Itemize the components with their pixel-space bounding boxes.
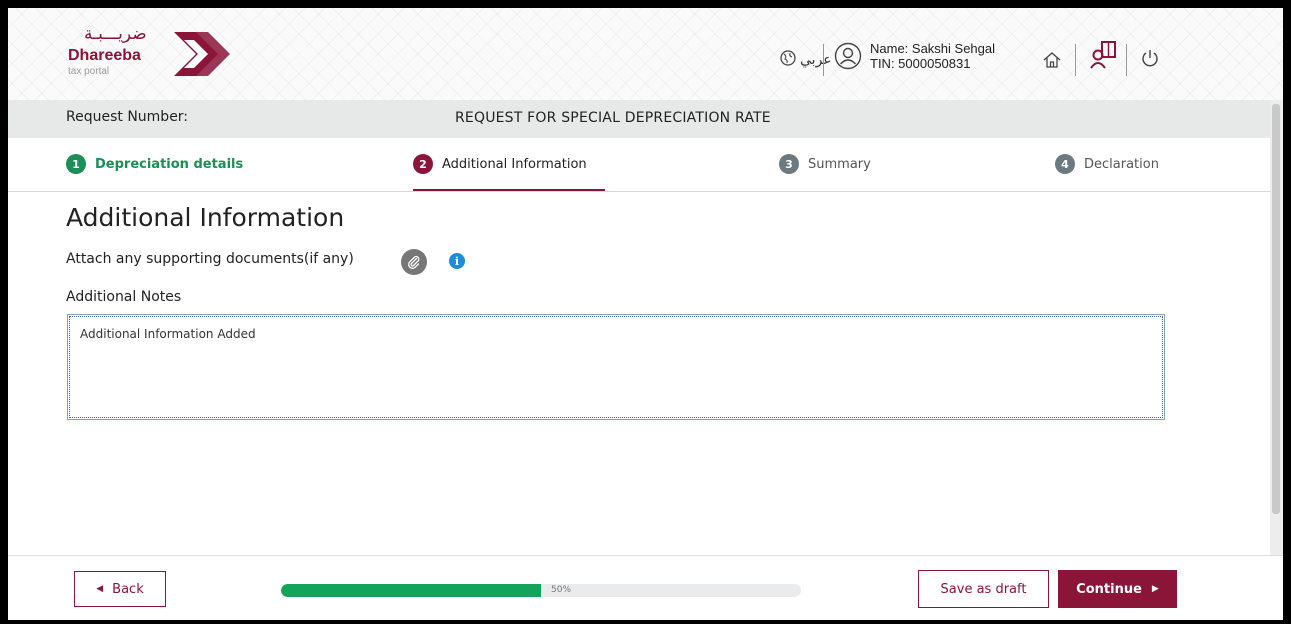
user-tin: TIN: 5000050831 [870, 56, 971, 71]
attach-documents-label: Attach any supporting documents(if any) [66, 251, 354, 267]
back-label: Back [112, 581, 144, 597]
app-window: ضريـــبـة Dhareeba tax portal عربي Name:… [8, 8, 1283, 620]
additional-notes-label: Additional Notes [66, 289, 182, 305]
paperclip-icon [408, 255, 420, 269]
footer-bar: ◀ Back 50% Save as draft Continue ▶ [8, 555, 1283, 620]
divider [1075, 44, 1076, 76]
step-summary[interactable]: 3 Summary [779, 154, 871, 174]
step-label: Depreciation details [95, 156, 244, 172]
additional-notes-textarea[interactable] [67, 314, 1165, 420]
header: ضريـــبـة Dhareeba tax portal عربي Name:… [8, 8, 1283, 100]
step-number: 3 [779, 154, 799, 174]
scrollbar-thumb[interactable] [1272, 104, 1280, 514]
user-name: Name: Sakshi Sehgal [870, 41, 996, 56]
divider [823, 44, 824, 76]
home-icon[interactable] [1042, 50, 1062, 74]
step-number: 1 [66, 154, 86, 174]
request-bar: Request Number: REQUEST FOR SPECIAL DEPR… [8, 100, 1283, 138]
logo-name: Dhareeba [68, 47, 141, 64]
continue-label: Continue [1076, 581, 1142, 597]
progress-fill [281, 584, 541, 597]
dhareeba-logo-icon[interactable] [168, 22, 240, 90]
continue-button[interactable]: Continue ▶ [1058, 570, 1177, 608]
step-number: 4 [1055, 154, 1075, 174]
step-label: Additional Information [442, 156, 587, 172]
step-label: Summary [808, 156, 871, 172]
step-depreciation-details[interactable]: 1 Depreciation details [66, 154, 243, 174]
power-icon[interactable] [1141, 48, 1159, 72]
request-title: REQUEST FOR SPECIAL DEPRECIATION RATE [455, 110, 771, 126]
attach-paperclip-button[interactable] [401, 249, 427, 275]
back-button[interactable]: ◀ Back [74, 571, 166, 607]
logo-arabic-text: ضريـــبـة [84, 24, 147, 44]
save-draft-label: Save as draft [940, 581, 1027, 597]
step-additional-information[interactable]: 2 Additional Information [413, 154, 587, 174]
right-triangle-icon: ▶ [1151, 584, 1159, 594]
user-icon[interactable] [834, 42, 862, 74]
manual-icon[interactable] [1090, 40, 1118, 74]
page-title: Additional Information [66, 203, 345, 232]
stepper: 1 Depreciation details 2 Additional Info… [8, 138, 1283, 192]
globe-icon[interactable] [780, 50, 796, 70]
save-draft-button[interactable]: Save as draft [918, 570, 1049, 608]
info-icon[interactable]: i [449, 253, 465, 269]
left-triangle-icon: ◀ [96, 584, 104, 594]
progress-text: 50% [551, 585, 572, 595]
step-label: Declaration [1084, 156, 1159, 172]
active-step-indicator [413, 189, 605, 191]
step-declaration[interactable]: 4 Declaration [1055, 154, 1159, 174]
step-number: 2 [413, 154, 433, 174]
request-number-label: Request Number: [66, 109, 189, 125]
divider [1126, 44, 1127, 76]
language-switch[interactable]: عربي [800, 52, 832, 68]
logo-subtitle: tax portal [68, 66, 110, 77]
progress-bar [281, 584, 801, 597]
